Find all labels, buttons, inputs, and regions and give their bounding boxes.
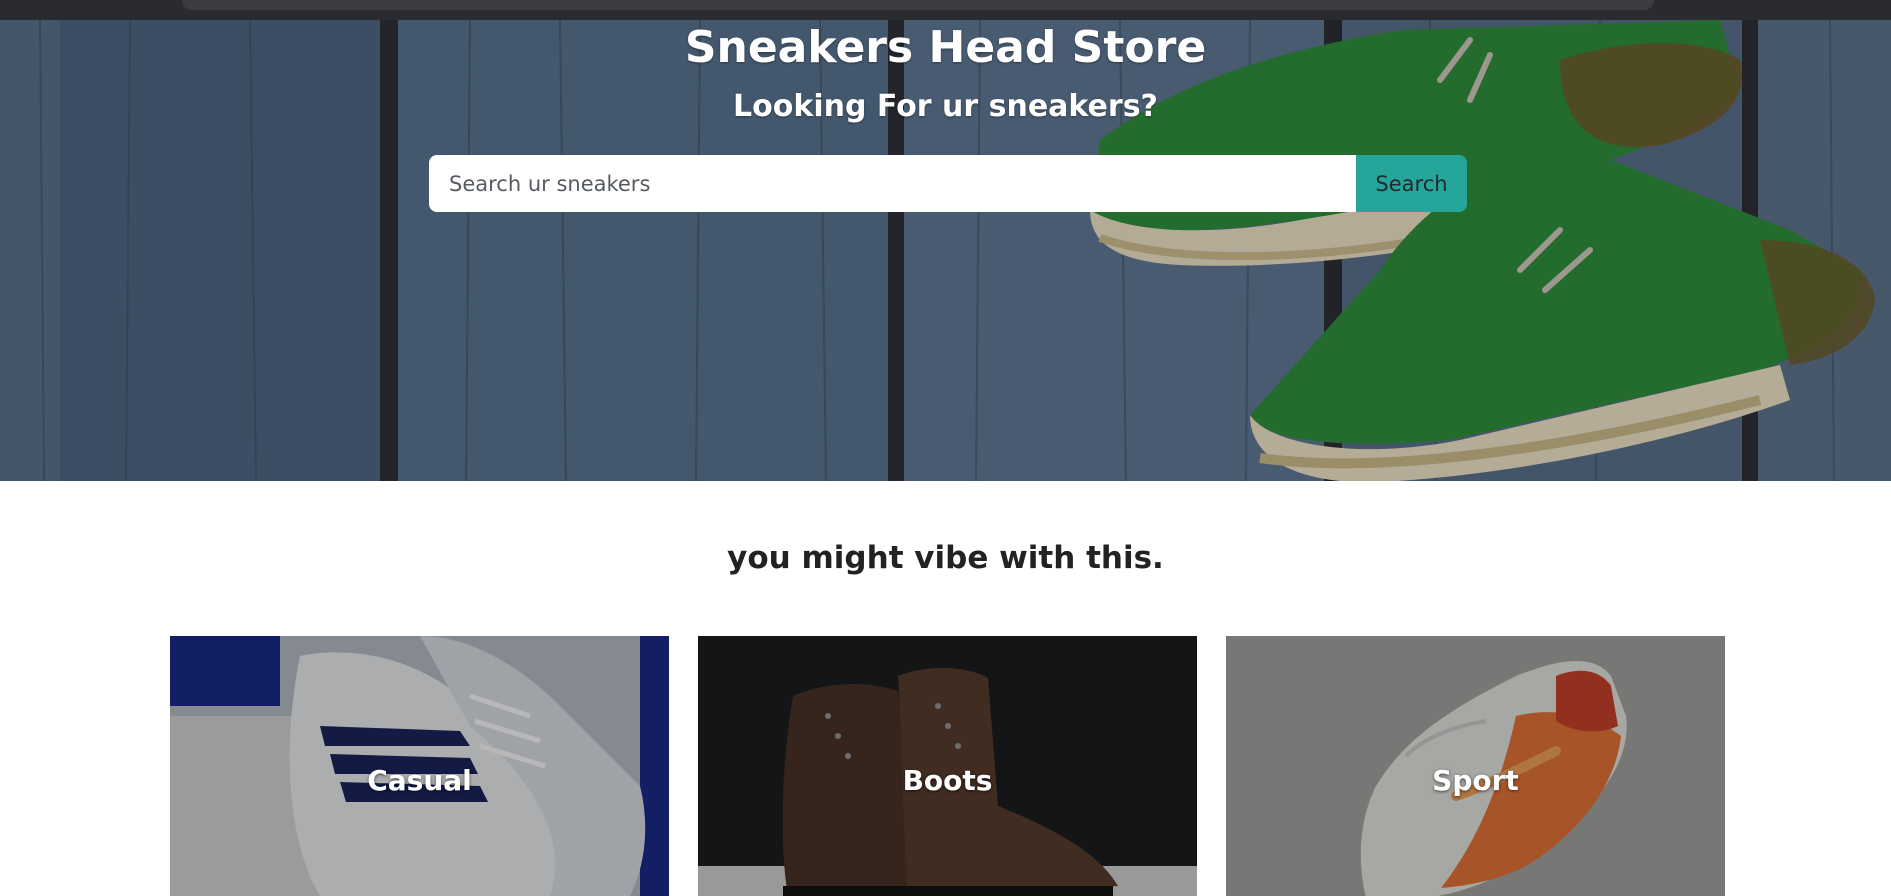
hero-banner: Sneakers Head Store Looking For ur sneak… — [0, 20, 1891, 481]
browser-address-bar — [182, 0, 1654, 10]
category-label-sport: Sport — [1432, 764, 1519, 797]
section-heading: you might vibe with this. — [727, 540, 1164, 576]
category-label-boots: Boots — [902, 764, 993, 797]
search-button[interactable]: Search — [1356, 155, 1467, 212]
search-bar: Search — [429, 155, 1467, 212]
store-title: Sneakers Head Store — [684, 22, 1207, 73]
store-subtitle: Looking For ur sneakers? — [733, 89, 1158, 124]
category-label-casual: Casual — [367, 764, 472, 797]
search-input[interactable] — [429, 155, 1356, 212]
category-card-sport[interactable]: Sport — [1226, 636, 1725, 896]
browser-top-bar — [0, 0, 1891, 20]
category-card-boots[interactable]: Boots — [698, 636, 1197, 896]
category-card-casual[interactable]: Casual — [170, 636, 669, 896]
